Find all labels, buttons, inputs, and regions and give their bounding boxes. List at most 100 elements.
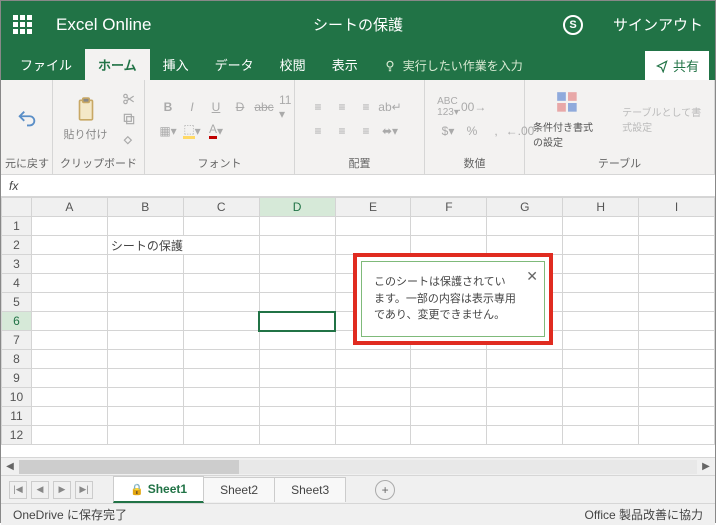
- sheet-nav-first[interactable]: |◀: [9, 481, 27, 499]
- group-label-clipboard: クリップボード: [57, 153, 140, 174]
- align-middle-button[interactable]: ≡: [333, 98, 351, 116]
- copy-button[interactable]: [120, 110, 138, 128]
- formula-bar[interactable]: fx: [1, 175, 715, 197]
- align-top-button[interactable]: ≡: [309, 98, 327, 116]
- horizontal-scrollbar[interactable]: ◀ ▶: [1, 457, 715, 475]
- underline-button[interactable]: U: [207, 98, 225, 116]
- clipboard-icon: [73, 97, 99, 123]
- brush-icon: [122, 132, 136, 146]
- row-header[interactable]: 7: [2, 331, 32, 350]
- lock-icon: 🔒: [130, 483, 144, 496]
- share-icon: [655, 59, 669, 73]
- col-header-d[interactable]: D: [259, 198, 335, 217]
- row-header[interactable]: 1: [2, 217, 32, 236]
- share-button[interactable]: 共有: [645, 51, 709, 80]
- row-header[interactable]: 4: [2, 274, 32, 293]
- italic-button[interactable]: I: [183, 98, 201, 116]
- conditional-formatting-button[interactable]: 条件付き書式の設定: [529, 87, 606, 151]
- ribbon: 元に戻す 貼り付け クリップボード B I U D abc 11 ▾: [1, 80, 715, 175]
- align-right-button[interactable]: ≡: [357, 122, 375, 140]
- tab-insert[interactable]: 挿入: [150, 49, 202, 80]
- tab-file[interactable]: ファイル: [7, 49, 85, 80]
- sheet-nav-last[interactable]: ▶|: [75, 481, 93, 499]
- align-bottom-button[interactable]: ≡: [357, 98, 375, 116]
- tooltip-close-button[interactable]: ✕: [526, 266, 538, 287]
- col-header-f[interactable]: F: [411, 198, 487, 217]
- skype-icon[interactable]: S: [563, 15, 583, 35]
- row-header[interactable]: 5: [2, 293, 32, 312]
- group-label-tables: テーブル: [529, 153, 710, 174]
- scissors-icon: [122, 92, 136, 106]
- number-format-button[interactable]: ABC123▾: [439, 98, 457, 116]
- sheet-nav-next[interactable]: ▶: [53, 481, 71, 499]
- row-header[interactable]: 9: [2, 369, 32, 388]
- tab-view[interactable]: 表示: [319, 49, 371, 80]
- border-button[interactable]: ▦▾: [159, 122, 177, 140]
- document-title: シートの保護: [313, 14, 403, 35]
- currency-button[interactable]: $▾: [439, 122, 457, 140]
- merge-button[interactable]: ⬌▾: [381, 122, 399, 140]
- row-header[interactable]: 3: [2, 255, 32, 274]
- format-painter-button[interactable]: [120, 130, 138, 148]
- tab-home[interactable]: ホーム: [85, 49, 150, 80]
- cut-button[interactable]: [120, 90, 138, 108]
- font-color-button[interactable]: A▾: [207, 122, 225, 140]
- comma-button[interactable]: ,: [487, 122, 505, 140]
- undo-icon: [16, 108, 38, 130]
- title-bar: Excel Online シートの保護 S サインアウト: [1, 1, 715, 48]
- save-status: OneDrive に保存完了: [13, 506, 127, 523]
- row-header[interactable]: 6: [2, 312, 32, 331]
- col-header-h[interactable]: H: [563, 198, 639, 217]
- paste-button[interactable]: 貼り付け: [60, 94, 112, 144]
- app-name: Excel Online: [56, 15, 151, 35]
- signout-link[interactable]: サインアウト: [613, 14, 703, 35]
- strike-button[interactable]: abc: [255, 98, 273, 116]
- select-all-corner[interactable]: [2, 198, 32, 217]
- fill-color-button[interactable]: ⬚▾: [183, 122, 201, 140]
- status-bar: OneDrive に保存完了 Office 製品改善に協力: [1, 503, 715, 525]
- col-header-e[interactable]: E: [335, 198, 411, 217]
- group-label-font: フォント: [149, 153, 290, 174]
- row-header[interactable]: 8: [2, 350, 32, 369]
- undo-button[interactable]: [9, 103, 45, 135]
- app-launcher-icon[interactable]: [13, 15, 32, 34]
- cell-b2[interactable]: シートの保護: [107, 236, 259, 255]
- copy-icon: [122, 112, 136, 126]
- scroll-thumb[interactable]: [19, 460, 239, 474]
- sheet-tab-1[interactable]: 🔒 Sheet1: [113, 476, 204, 503]
- scroll-right-button[interactable]: ▶: [697, 461, 715, 472]
- col-header-a[interactable]: A: [31, 198, 107, 217]
- row-header[interactable]: 10: [2, 388, 32, 407]
- wrap-text-button[interactable]: ab↵: [381, 98, 399, 116]
- sheet-tab-3[interactable]: Sheet3: [274, 477, 346, 502]
- bold-button[interactable]: B: [159, 98, 177, 116]
- sheet-tabs-bar: |◀ ◀ ▶ ▶| 🔒 Sheet1 Sheet2 Sheet3 +: [1, 475, 715, 503]
- increase-decimal-button[interactable]: .00→: [463, 98, 481, 116]
- cond-fmt-icon: [555, 90, 581, 116]
- group-label-number: 数値: [429, 153, 520, 174]
- format-as-table-button[interactable]: テーブルとして書式設定: [618, 102, 710, 136]
- scroll-left-button[interactable]: ◀: [1, 461, 19, 472]
- tab-review[interactable]: 校閲: [267, 49, 319, 80]
- tell-me-search[interactable]: 実行したい作業を入力: [371, 51, 535, 80]
- col-header-b[interactable]: B: [107, 198, 183, 217]
- row-header[interactable]: 12: [2, 426, 32, 445]
- sheet-nav-prev[interactable]: ◀: [31, 481, 49, 499]
- row-header[interactable]: 11: [2, 407, 32, 426]
- col-header-i[interactable]: I: [639, 198, 715, 217]
- dstrike-button[interactable]: D: [231, 98, 249, 116]
- row-header[interactable]: 2: [2, 236, 32, 255]
- add-sheet-button[interactable]: +: [375, 480, 395, 500]
- feedback-link[interactable]: Office 製品改善に協力: [585, 506, 703, 523]
- fx-label: fx: [9, 179, 18, 193]
- sheet-tab-2[interactable]: Sheet2: [203, 477, 275, 502]
- align-left-button[interactable]: ≡: [309, 122, 327, 140]
- percent-button[interactable]: %: [463, 122, 481, 140]
- align-center-button[interactable]: ≡: [333, 122, 351, 140]
- col-header-c[interactable]: C: [183, 198, 259, 217]
- col-header-g[interactable]: G: [487, 198, 563, 217]
- lightbulb-icon: [383, 59, 397, 73]
- ribbon-tabs: ファイル ホーム 挿入 データ 校閲 表示 実行したい作業を入力 共有: [1, 48, 715, 80]
- tab-data[interactable]: データ: [202, 49, 267, 80]
- selected-cell-d6[interactable]: [259, 312, 335, 331]
